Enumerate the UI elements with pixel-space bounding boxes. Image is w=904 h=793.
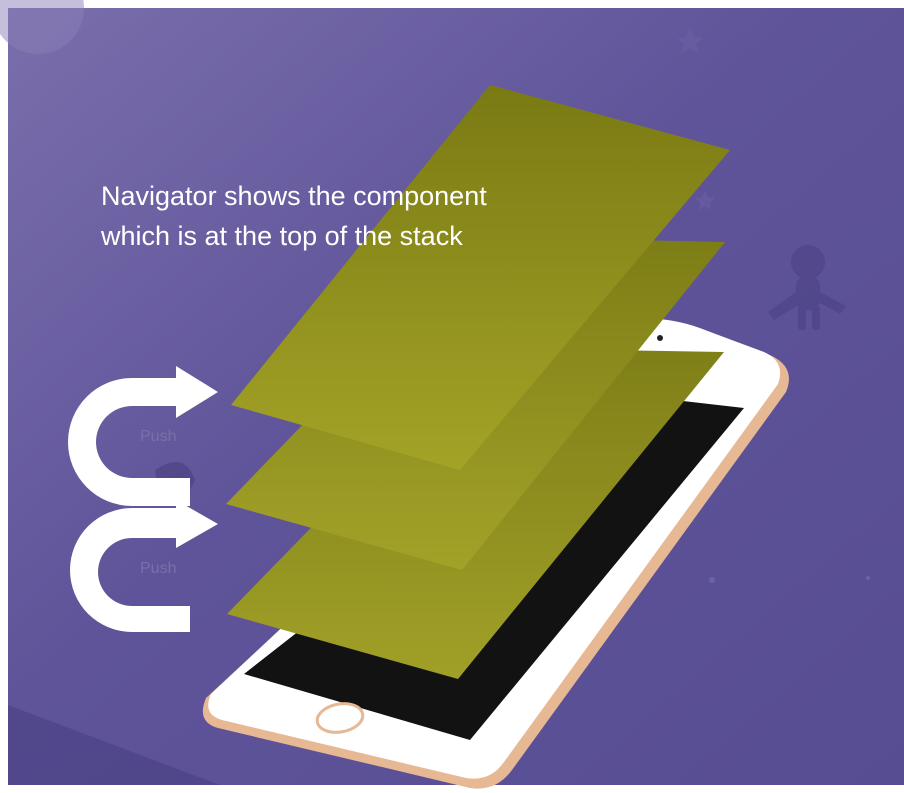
push-label: Push: [140, 428, 176, 445]
caption-line-1: Navigator shows the component: [101, 181, 487, 211]
sparkle-dot: [709, 577, 715, 583]
caption-line-2: which is at the top of the stack: [100, 221, 463, 251]
sparkle-dot: [866, 576, 870, 580]
navigator-stack-diagram: Navigator shows the component which is a…: [0, 0, 904, 793]
phone-camera: [657, 335, 663, 341]
push-label: Push: [140, 560, 176, 577]
